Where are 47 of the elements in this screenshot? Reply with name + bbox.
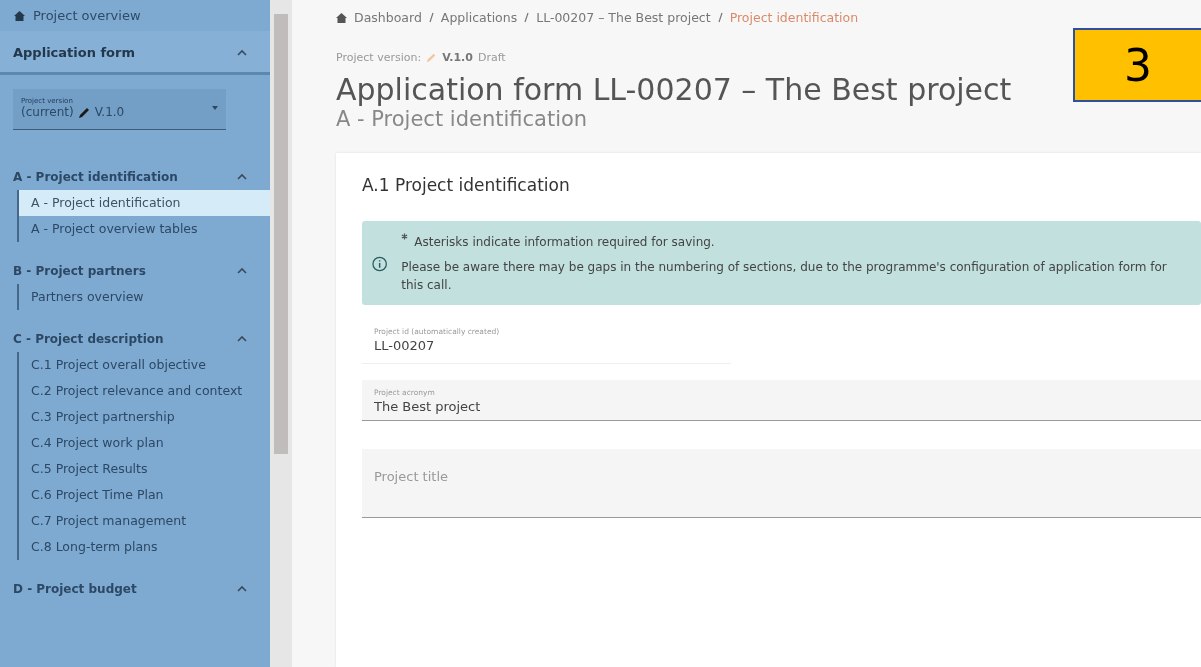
required-note: Asterisks indicate information required for saving. <box>414 234 715 251</box>
chevron-icon[interactable] <box>236 48 248 57</box>
pencil-icon <box>426 52 438 63</box>
card-title: A.1 Project identification <box>362 175 571 195</box>
step-number-callout: 3 <box>1073 28 1201 102</box>
sidebar-item[interactable]: C.3 Project partnership <box>19 404 270 430</box>
slash-icon <box>428 12 434 23</box>
chevron-icon[interactable] <box>236 267 248 275</box>
breadcrumb-link[interactable]: Applications <box>440 10 518 25</box>
info-text: Please be aware there may be gaps in the numbering of sections, due to the programme's configuration of application form for this call. <box>401 258 1168 295</box>
sidebar-item[interactable]: C.6 Project Time Plan <box>19 482 270 508</box>
breadcrumb-link[interactable]: LL-00207 – The Best project <box>536 10 711 25</box>
sidebar-item[interactable]: A - Project identification <box>19 190 270 216</box>
version-label: Project version: <box>336 51 422 64</box>
sidebar-item[interactable]: Partners overview <box>19 284 270 310</box>
sidebar-item[interactable]: C.2 Project relevance and context <box>19 378 270 404</box>
sidebar-item[interactable]: C.1 Project overall objective <box>19 352 270 378</box>
caret-icon <box>212 106 218 110</box>
page-subtitle: A - Project identification <box>336 107 589 131</box>
pencil-icon <box>77 105 91 119</box>
home-icon[interactable] <box>336 12 347 23</box>
chevron-icon[interactable] <box>236 585 248 593</box>
sidebar-item[interactable]: C.7 Project management <box>19 508 270 534</box>
home-icon <box>14 10 25 21</box>
page-title: Application form LL-00207 – The Best project <box>336 72 1013 107</box>
version-number: V.1.0 <box>442 51 473 64</box>
breadcrumb-link[interactable]: Dashboard <box>354 10 422 25</box>
chevron-icon[interactable] <box>236 335 248 343</box>
slash-icon <box>524 12 530 23</box>
breadcrumb-link[interactable]: Project identification <box>729 10 859 25</box>
section-title[interactable]: C - Project description <box>13 332 164 346</box>
sidebar-item[interactable]: A - Project overview tables <box>19 216 270 242</box>
scrollbar-thumb[interactable] <box>274 14 288 454</box>
info-icon <box>372 255 388 272</box>
section-title[interactable]: D - Project budget <box>13 582 137 596</box>
project-overview-link[interactable]: Project overview <box>33 8 141 23</box>
section-title[interactable]: A - Project identification <box>13 170 178 184</box>
sidebar-item[interactable]: C.8 Long-term plans <box>19 534 270 560</box>
sidebar-item[interactable]: C.4 Project work plan <box>19 430 270 456</box>
section-title[interactable]: B - Project partners <box>13 264 146 278</box>
sidebar-item[interactable]: C.5 Project Results <box>19 456 270 482</box>
version-status: Draft <box>477 51 506 64</box>
section-title[interactable]: Application form <box>13 45 135 60</box>
chevron-icon[interactable] <box>236 173 248 181</box>
asterisk-icon <box>401 233 409 240</box>
slash-icon <box>717 12 723 23</box>
textarea-field[interactable]: Project title <box>362 448 1201 518</box>
